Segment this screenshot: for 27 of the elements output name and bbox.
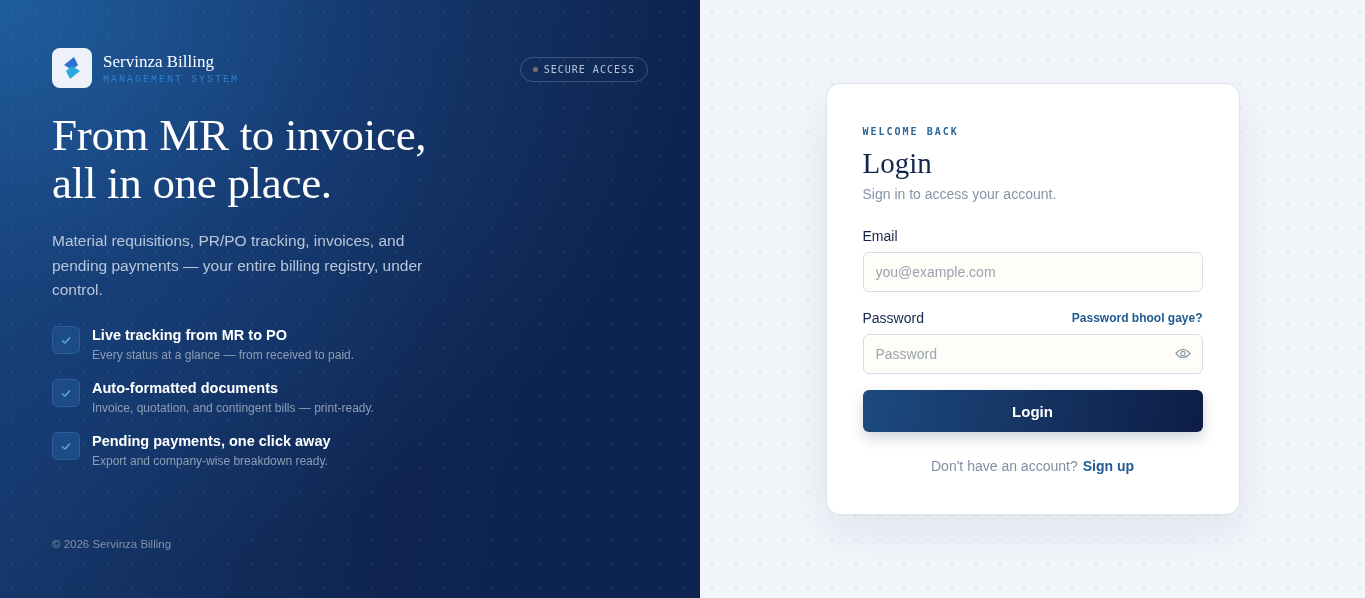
checkmark-icon — [52, 378, 80, 407]
field-label: Password — [862, 310, 924, 326]
field-label: Email — [862, 228, 898, 244]
signup-link[interactable]: Sign up — [1082, 458, 1134, 474]
form-subtitle: Sign in to access your account. — [862, 186, 1058, 202]
brand-name: Servinza Billing — [103, 51, 215, 72]
password-field[interactable]: Password — [862, 334, 1203, 374]
copyright: © 2026 Servinza Billing — [52, 538, 173, 550]
feature-description: Export and company-wise breakdown ready. — [92, 453, 329, 468]
logo-icon — [52, 48, 92, 88]
checkmark-icon — [52, 431, 80, 460]
checkmark-icon — [52, 325, 80, 354]
feature-title: Auto-formatted documents — [92, 379, 280, 396]
feature-title: Pending payments, one click away — [92, 432, 331, 449]
eyebrow: WELCOME BACK — [862, 126, 960, 137]
feature-description: Every status at a glance — from received to paid. — [92, 347, 355, 362]
login-button[interactable]: Login — [862, 390, 1203, 432]
email-field[interactable]: you@example.com — [862, 252, 1203, 292]
form-title: Login — [862, 147, 933, 180]
brand-subtitle: MANAGEMENT SYSTEM — [103, 73, 240, 85]
feature-title: Live tracking from MR to PO — [92, 326, 288, 343]
feature-description: Invoice, quotation, and contingent bills — print-ready. — [92, 400, 374, 415]
forgot-password-link[interactable]: Password bhool gaye? — [1071, 311, 1203, 325]
headline: From MR to invoice, all in one place. — [52, 111, 428, 207]
signup-prompt: Don't have an account? — [931, 458, 1078, 474]
description: Material requisitions, PR/PO tracking, invoices, and pending payments — your entire billing registry, under control. — [52, 231, 424, 300]
eye-icon[interactable] — [1174, 348, 1191, 359]
